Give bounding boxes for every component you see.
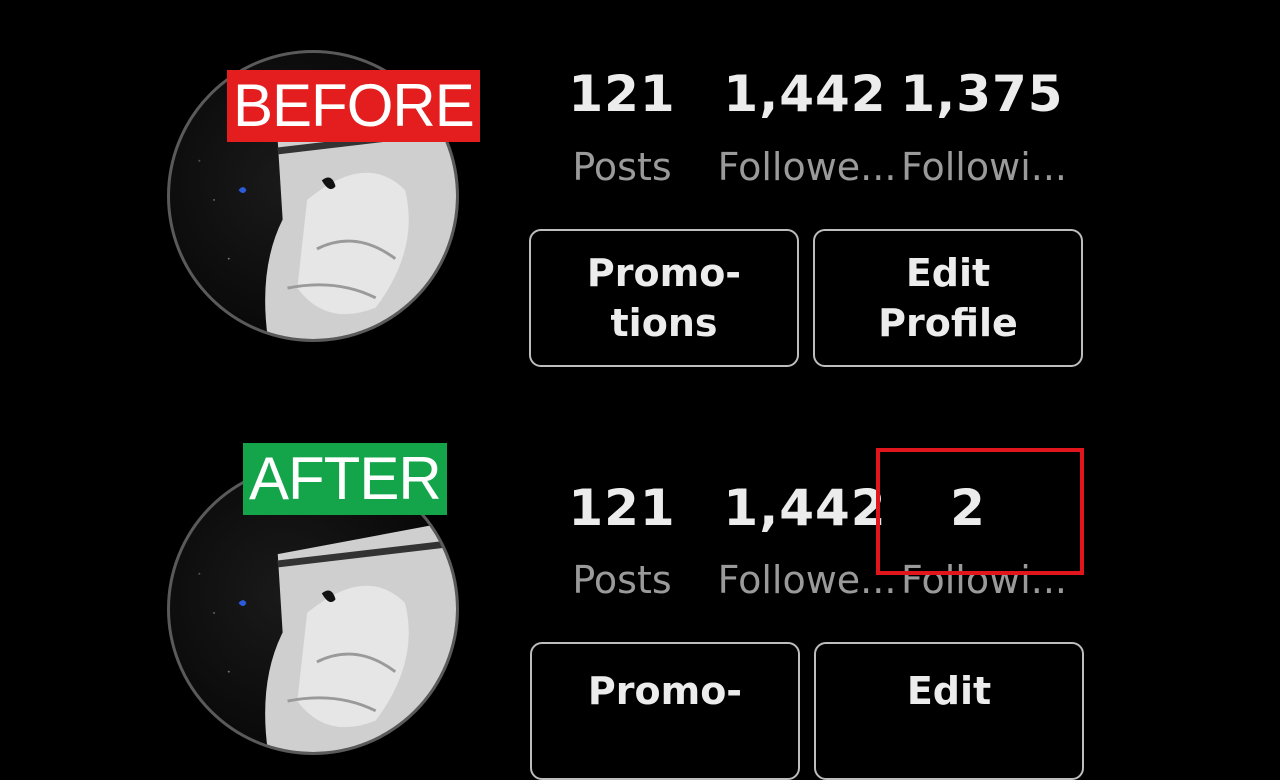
after-tag: AFTER [243, 443, 447, 515]
edit-profile-button-after[interactable]: Edit [814, 642, 1084, 780]
posts-label-before: Posts [572, 145, 672, 189]
promotions-label-line1: Promo- [586, 251, 742, 295]
posts-count-after: 121 [568, 479, 676, 537]
promotions-label-line2: tions [610, 301, 718, 345]
promotions-button-after[interactable]: Promo- [530, 642, 800, 780]
following-highlight-box [876, 448, 1084, 575]
edit-profile-label-line1: Edit [906, 669, 992, 713]
followers-count-before[interactable]: 1,442 [720, 64, 890, 124]
promotions-label-line1: Promo- [587, 669, 743, 713]
followers-count-after[interactable]: 1,442 [720, 478, 890, 538]
edit-profile-label-line1: Edit [905, 251, 991, 295]
following-count-before[interactable]: 1,375 [900, 64, 1064, 124]
following-label-before[interactable]: Followi... [898, 144, 1070, 190]
promotions-button-before[interactable]: Promo- tions [529, 229, 799, 367]
edit-profile-button-before[interactable]: Edit Profile [813, 229, 1083, 367]
posts-count-before: 121 [568, 65, 676, 123]
edit-profile-label-line2: Profile [878, 301, 1018, 345]
before-tag: BEFORE [227, 70, 480, 142]
followers-label-before[interactable]: Followe... [714, 144, 900, 190]
followers-label-after[interactable]: Followe... [714, 557, 900, 603]
posts-label-after: Posts [572, 558, 672, 602]
